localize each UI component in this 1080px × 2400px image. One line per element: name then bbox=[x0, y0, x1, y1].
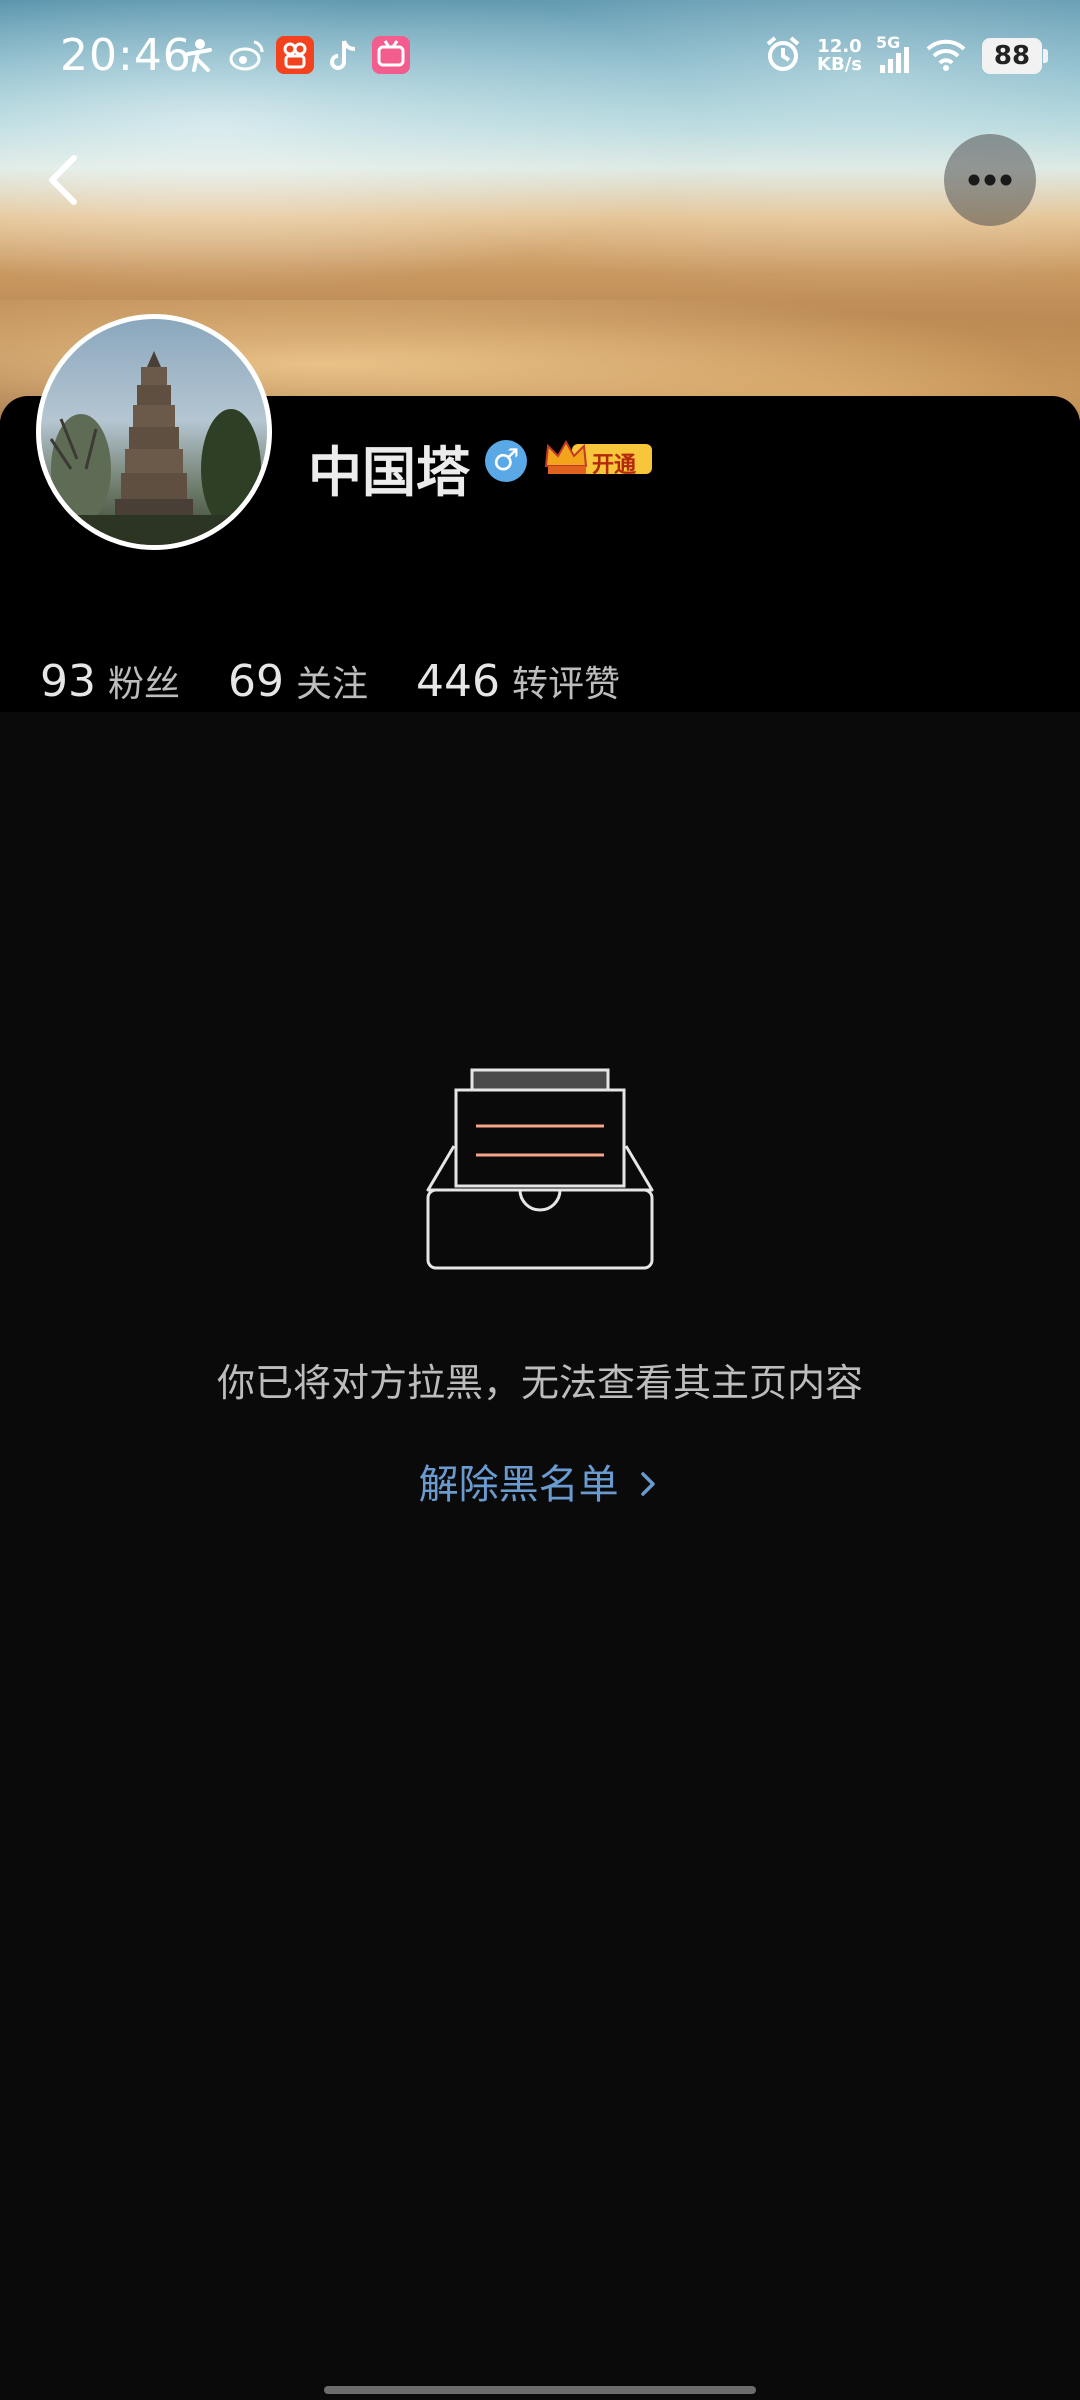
profile-stats: 93 粉丝 69 关注 446 转评赞 bbox=[40, 655, 668, 707]
net-speed: 12.0 KB/s bbox=[817, 36, 862, 75]
tiktok-icon bbox=[324, 36, 362, 74]
back-arrow-icon bbox=[49, 155, 77, 205]
home-indicator[interactable] bbox=[324, 2386, 756, 2394]
chevron-right-icon bbox=[631, 1462, 661, 1508]
empty-box-icon bbox=[424, 1068, 656, 1272]
person-icon bbox=[180, 36, 218, 74]
stat-following[interactable]: 69 关注 bbox=[228, 655, 368, 707]
male-icon: ♂ bbox=[485, 440, 527, 482]
profile-name: 中国塔 bbox=[308, 441, 470, 504]
wifi-icon bbox=[924, 35, 968, 77]
more-dots-icon bbox=[968, 174, 1012, 186]
pagoda-photo-icon bbox=[41, 351, 267, 545]
stat-value: 93 bbox=[40, 656, 96, 707]
avatar[interactable] bbox=[36, 314, 272, 550]
cellular-signal: 5G bbox=[876, 33, 910, 75]
unblock-link[interactable]: 解除黑名单 bbox=[0, 1452, 1080, 1510]
stat-followers[interactable]: 93 粉丝 bbox=[40, 655, 180, 707]
stat-label: 关注 bbox=[296, 664, 369, 705]
bilibili-icon bbox=[372, 36, 410, 74]
status-bar: 20:46 12.0 KB/s 5G 88 bbox=[0, 0, 1080, 120]
stat-interactions[interactable]: 446 转评赞 bbox=[416, 655, 620, 707]
alarm-icon bbox=[763, 34, 803, 78]
back-button[interactable] bbox=[32, 140, 112, 220]
battery-indicator: 88 bbox=[982, 38, 1048, 74]
weibo-icon bbox=[228, 36, 266, 74]
status-time: 20:46 bbox=[60, 30, 192, 81]
status-right: 12.0 KB/s 5G 88 bbox=[763, 33, 1048, 78]
stat-value: 69 bbox=[228, 656, 285, 707]
unblock-label: 解除黑名单 bbox=[418, 1462, 619, 1508]
notification-icons bbox=[180, 36, 410, 74]
vip-label: 开通 bbox=[592, 453, 637, 478]
stat-label: 转评赞 bbox=[512, 664, 621, 705]
kuaishou-icon bbox=[276, 36, 314, 74]
more-options-button[interactable] bbox=[944, 134, 1036, 226]
stat-label: 粉丝 bbox=[108, 664, 181, 705]
stat-value: 446 bbox=[416, 656, 501, 707]
blocked-message: 你已将对方拉黑，无法查看其主页内容 bbox=[216, 1361, 863, 1405]
